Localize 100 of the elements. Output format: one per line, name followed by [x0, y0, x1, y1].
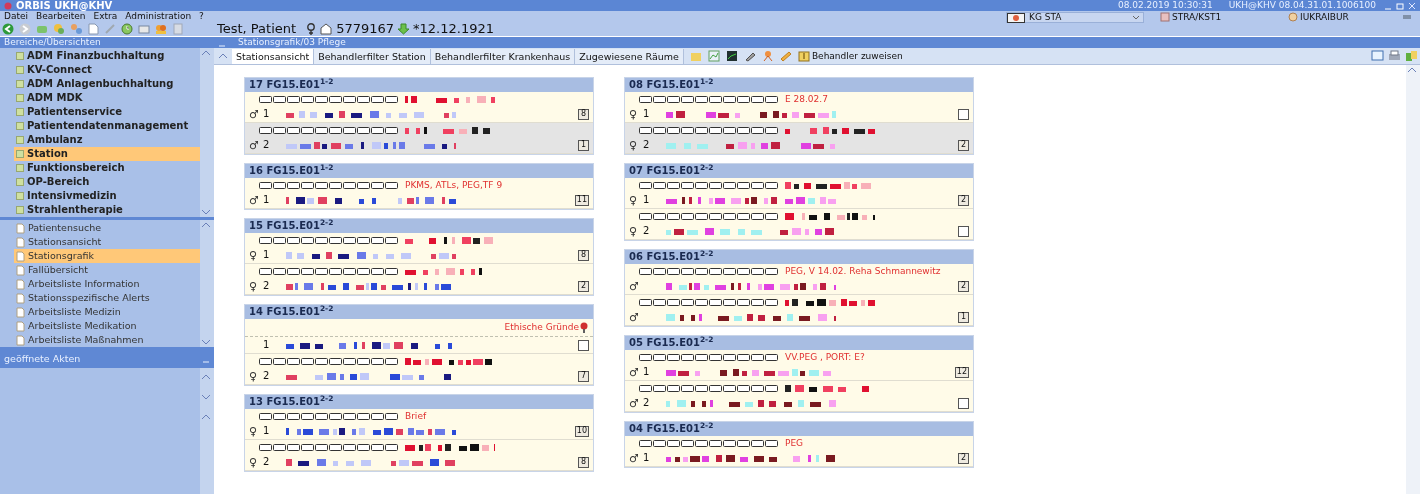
clock-icon[interactable] — [121, 22, 133, 35]
scroll-up-icon[interactable] — [200, 372, 212, 382]
document-icon[interactable] — [87, 22, 99, 35]
sex-symbol: ♂ — [629, 452, 639, 464]
count-badge[interactable]: 10 — [574, 425, 589, 437]
checkbox[interactable] — [958, 108, 969, 120]
station-dropdown[interactable]: KG STA — [1006, 12, 1144, 23]
sidebar-item[interactable]: Stationsansicht — [14, 235, 200, 249]
item-label: KV-Connect — [27, 65, 92, 75]
item-label: Arbeitsliste Medizin — [28, 307, 121, 317]
count-badge[interactable]: 7 — [578, 370, 589, 382]
chart-icon[interactable] — [707, 50, 720, 62]
menu-item[interactable]: Bearbeiten — [36, 11, 86, 21]
bed-number: 1 — [643, 367, 650, 377]
bed-number: 2 — [263, 457, 270, 467]
printer-icon[interactable] — [138, 22, 150, 35]
page-icon — [16, 222, 25, 234]
restore-icon[interactable] — [1396, 1, 1404, 10]
menu-item[interactable]: Datei — [4, 11, 28, 21]
tab[interactable]: Stationsansicht — [232, 49, 315, 64]
item-label: Arbeitsliste Maßnahmen — [28, 335, 144, 345]
pencil-icon[interactable] — [779, 50, 792, 62]
count-badge[interactable]: 2 — [578, 280, 589, 292]
group-icon[interactable] — [53, 22, 65, 35]
tab[interactable]: Behandlerfilter Krankenhaus — [430, 49, 576, 64]
checkbox[interactable] — [958, 225, 969, 237]
sidebar-item[interactable]: Patientenservice — [14, 105, 200, 119]
close-icon[interactable] — [1408, 1, 1416, 10]
printer-icon[interactable] — [1388, 50, 1401, 62]
care-note: PEG — [785, 438, 804, 448]
scroll-up-icon[interactable] — [200, 412, 212, 422]
bed-number: 1 — [263, 426, 270, 436]
scroll-down-icon[interactable] — [200, 207, 212, 217]
sidebar-item[interactable]: Patientensuche — [14, 221, 200, 235]
scroll-up-icon[interactable] — [217, 51, 229, 61]
birth-date: *12.12.1921 — [413, 19, 494, 38]
sidebar-item[interactable]: Stationsspezifische Alerts — [14, 291, 200, 305]
scroll-down-icon[interactable] — [200, 392, 212, 402]
scroll-up-icon[interactable] — [200, 48, 212, 58]
app-icon — [4, 1, 12, 10]
scroll-up-icon[interactable] — [1406, 65, 1418, 75]
count-badge[interactable]: 2 — [958, 194, 969, 206]
count-badge[interactable]: 8 — [578, 456, 589, 468]
count-badge[interactable]: 8 — [578, 108, 589, 120]
forward-icon[interactable] — [19, 22, 31, 35]
sidebar-item[interactable]: Arbeitsliste Information — [14, 277, 200, 291]
square-icon — [16, 52, 24, 60]
sidebar-item[interactable]: Fallübersicht — [14, 263, 200, 277]
sex-symbol: ♀ — [629, 139, 638, 151]
scroll-up-icon[interactable] — [200, 220, 212, 230]
back-icon[interactable] — [2, 22, 14, 35]
bed-number: 1 — [263, 250, 270, 260]
sidebar-item[interactable]: KV-Connect — [14, 63, 200, 77]
female-icon — [306, 22, 317, 35]
square-icon — [16, 66, 24, 74]
panel-title: Bereiche/Übersichten — [4, 38, 101, 47]
count-badge[interactable]: 2 — [958, 280, 969, 292]
item-label: ADM Finanzbuchhaltung — [27, 51, 165, 61]
page-icon — [16, 334, 25, 346]
sidebar-item[interactable]: ADM MDK — [14, 91, 200, 105]
tab[interactable]: Zugewiesene Räume — [575, 49, 684, 64]
menu-item[interactable]: Administration — [125, 11, 192, 21]
menu-item[interactable]: Extra — [93, 11, 118, 21]
bed-number: 1 — [263, 340, 270, 350]
version-text: UKH@KHV 08.04.31.01.1006100 — [1228, 1, 1376, 10]
checkbox[interactable] — [578, 339, 589, 351]
sidebar-item[interactable]: Station — [14, 147, 200, 161]
sidebar-item[interactable]: Funktionsbereich — [14, 161, 200, 175]
page-icon — [16, 264, 25, 276]
people-icon[interactable] — [70, 22, 82, 35]
care-note: VV.PEG , PORT: E? — [785, 352, 865, 362]
sidebar-item[interactable]: OP-Bereich — [14, 175, 200, 189]
sidebar-item[interactable]: Arbeitsliste Maßnahmen — [14, 333, 200, 347]
sidebar-item[interactable]: ADM Finanzbuchhaltung — [14, 49, 200, 63]
assign-button[interactable]: Behandler zuweisen — [797, 50, 903, 62]
users-icon[interactable] — [155, 22, 167, 35]
pen-icon[interactable] — [743, 50, 756, 62]
count-badge[interactable]: 2 — [958, 452, 969, 464]
sidebar-item[interactable]: Strahlentherapie — [14, 203, 200, 217]
checkbox[interactable] — [958, 397, 969, 409]
count-badge[interactable]: 12 — [954, 366, 969, 378]
sidebar-item[interactable]: Patientendatenmanagement — [14, 119, 200, 133]
room-title: 04 FG15.E01$^{2-2}$ — [629, 424, 714, 434]
sidebar-item[interactable]: Arbeitsliste Medizin — [14, 305, 200, 319]
sidebar-item[interactable]: Intensivmedizin — [14, 189, 200, 203]
sex-symbol: ♂ — [249, 139, 259, 151]
count-badge[interactable]: 8 — [578, 249, 589, 261]
tab[interactable]: Behandlerfilter Station — [314, 49, 431, 64]
sidebar-item[interactable]: Arbeitsliste Medikation — [14, 319, 200, 333]
menu-item[interactable]: ? — [199, 11, 204, 21]
export-icon[interactable] — [1405, 50, 1418, 62]
sidebar-item[interactable]: ADM Anlagenbuchhaltung — [14, 77, 200, 91]
person-icon[interactable] — [761, 50, 774, 62]
scroll-down-icon[interactable] — [200, 337, 212, 347]
count-badge[interactable]: 2 — [958, 139, 969, 151]
room-title: 13 FG15.E01$^{2-2}$ — [249, 397, 334, 407]
sidebar-item[interactable]: Stationsgrafik — [14, 249, 200, 263]
sidebar-item[interactable]: Ambulanz — [14, 133, 200, 147]
square-icon — [16, 178, 24, 186]
monitor-icon[interactable] — [725, 50, 738, 62]
